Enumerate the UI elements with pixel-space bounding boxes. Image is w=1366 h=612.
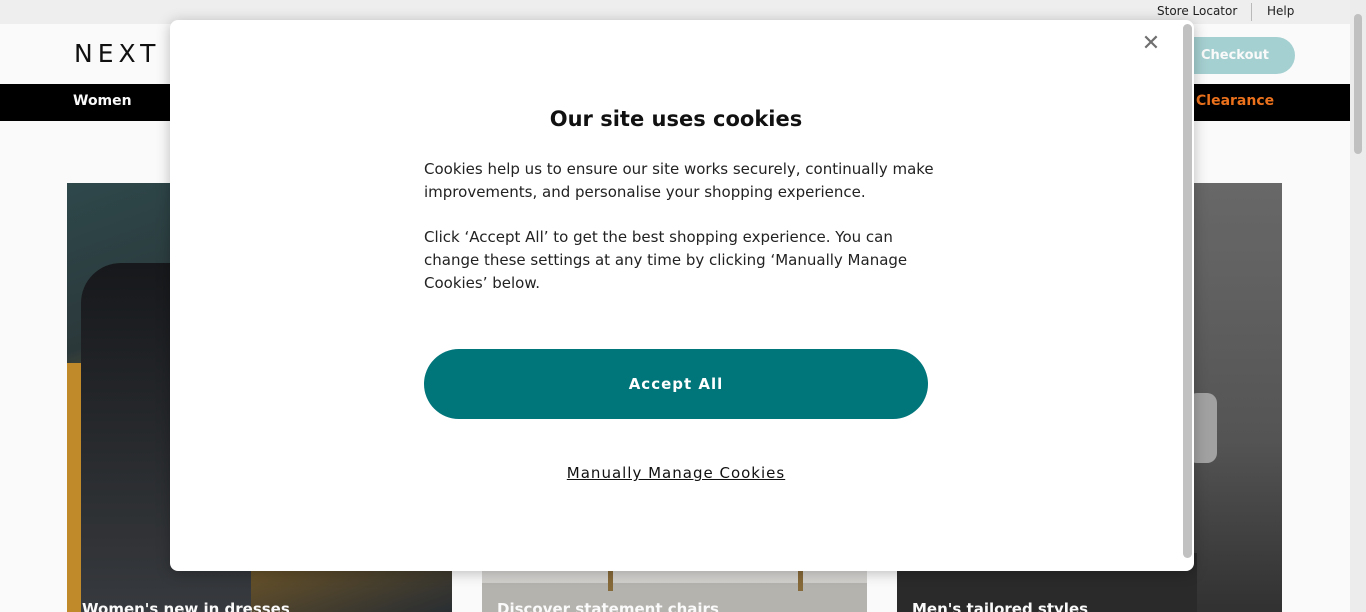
accept-all-button[interactable]: Accept All xyxy=(424,349,928,419)
dialog-paragraph-instructions: Click ‘Accept All’ to get the best shopp… xyxy=(424,228,908,292)
dialog-paragraph-intro: Cookies help us to ensure our site works… xyxy=(424,160,934,201)
dialog-scrollbar-thumb[interactable] xyxy=(1183,24,1192,558)
dialog-title: Our site uses cookies xyxy=(549,107,803,131)
close-icon[interactable]: ✕ xyxy=(1138,30,1164,56)
cookie-consent-dialog: ✕ Our site uses cookies Cookies help us … xyxy=(170,20,1194,571)
manage-cookies-link[interactable]: Manually Manage Cookies xyxy=(170,464,1182,482)
dialog-scrollbar[interactable] xyxy=(1183,20,1193,571)
